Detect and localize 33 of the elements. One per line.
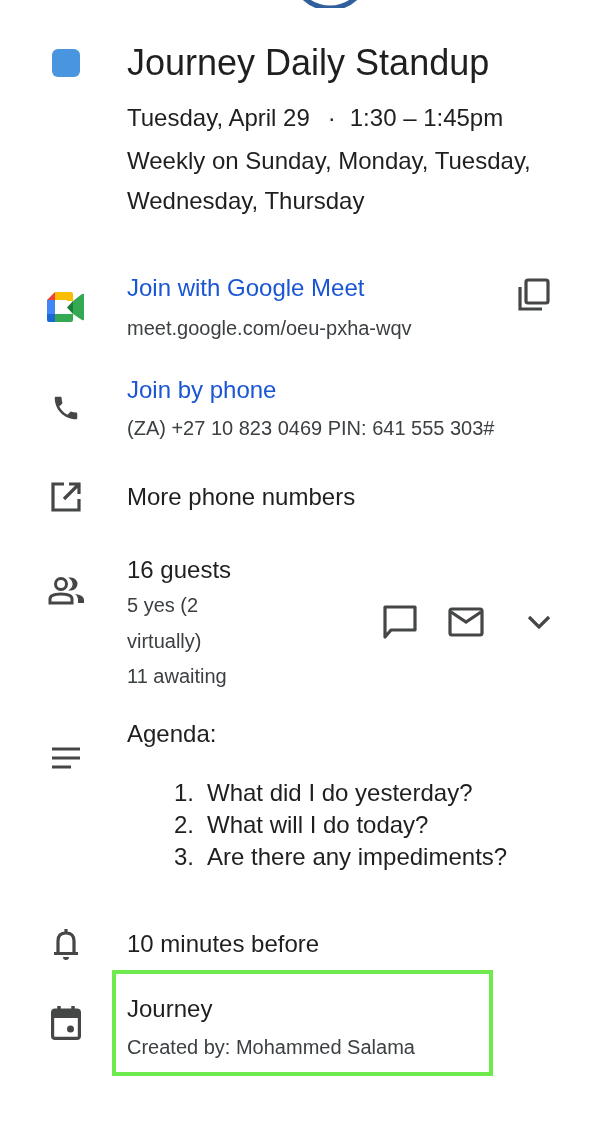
calendar-name: Journey <box>127 993 214 1024</box>
expand-button[interactable] <box>526 614 552 630</box>
event-time: 1:30 – 1:45pm <box>349 104 504 131</box>
bell-icon <box>52 926 80 961</box>
agenda-item: Are there any impediments? <box>207 842 508 870</box>
guest-count: 16 guests <box>127 555 233 585</box>
phone-number: (ZA) +27 10 823 0469 PIN: 641 555 303# <box>127 416 495 441</box>
meet-url: meet.google.com/oeu-pxha-wqv <box>127 316 413 341</box>
list-number: 2. <box>174 809 195 840</box>
guests-yes-count: 5 yes (2 virtually) <box>127 593 203 654</box>
agenda-item: What did I do yesterday? <box>207 778 473 806</box>
list-number: 1. <box>174 777 195 808</box>
description-icon <box>51 746 81 769</box>
agenda-item: What will I do today? <box>207 810 429 838</box>
video-camera-icon <box>47 292 85 322</box>
reminder-text: 10 minutes before <box>127 928 320 959</box>
separator-dot: · <box>327 104 336 131</box>
event-title: Journey Daily Standup <box>127 41 490 85</box>
recurrence-text: Weekly on Sunday, Monday, Tuesday, Wednesday, Thursday <box>127 146 532 216</box>
email-button[interactable] <box>448 607 484 637</box>
chat-button[interactable] <box>382 604 418 640</box>
google-meet-link[interactable]: Join with Google Meet <box>127 270 517 306</box>
guests-awaiting-count: 11 awaiting <box>127 664 228 689</box>
copy-button[interactable] <box>517 278 551 312</box>
agenda-heading: Agenda: <box>127 718 218 749</box>
people-icon <box>47 576 85 606</box>
event-date: Tuesday, April 29 <box>127 104 310 131</box>
open-external-icon <box>50 481 82 513</box>
calendar-icon <box>51 1005 81 1040</box>
calendar-creator: Created by: Mohammed Salama <box>127 1034 416 1060</box>
more-phone-numbers-link[interactable]: More phone numbers <box>127 479 356 515</box>
list-number: 3. <box>174 841 195 872</box>
join-by-phone-link[interactable]: Join by phone <box>127 372 495 408</box>
